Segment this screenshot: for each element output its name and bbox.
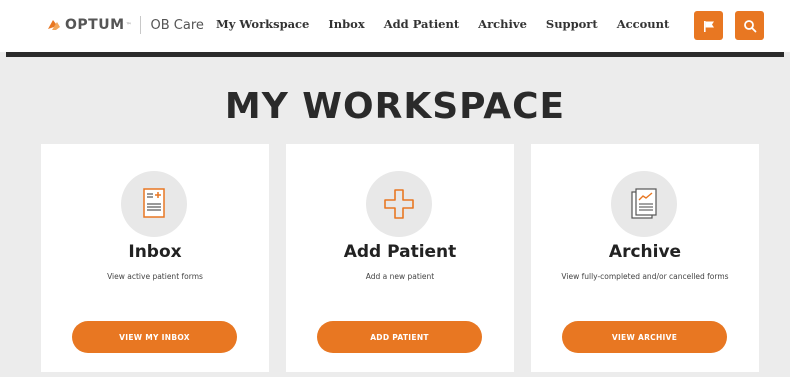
product-name: OB Care	[150, 17, 204, 33]
inbox-icon-circle	[121, 171, 187, 237]
add-patient-icon-circle	[366, 171, 432, 237]
optum-logo[interactable]: OPTUM ™ OB Care	[46, 14, 204, 36]
nav-account[interactable]: Account	[617, 17, 670, 31]
inbox-card-description: View active patient forms	[107, 272, 203, 281]
inbox-form-icon	[143, 188, 165, 218]
nav-inbox[interactable]: Inbox	[328, 17, 364, 31]
logo-divider	[139, 16, 141, 34]
view-archive-button[interactable]: VIEW ARCHIVE	[562, 321, 727, 353]
inbox-card: Inbox View active patient forms VIEW MY …	[41, 144, 269, 372]
search-icon	[743, 19, 756, 32]
archive-chart-icon	[631, 188, 657, 219]
archive-card: Archive View fully-completed and/or canc…	[531, 144, 759, 372]
archive-icon-circle	[611, 171, 677, 237]
optum-logo-icon	[48, 20, 60, 30]
header-divider-bar	[6, 52, 784, 57]
add-patient-card-title: Add Patient	[343, 242, 457, 262]
main-nav: My Workspace Inbox Add Patient Archive S…	[216, 17, 688, 31]
logo-trademark: ™	[125, 21, 132, 29]
flag-icon	[703, 20, 714, 32]
inbox-card-title: Inbox	[128, 242, 182, 262]
add-patient-card-description: Add a new patient	[365, 272, 435, 281]
page-title: MY WORKSPACE	[224, 86, 566, 127]
archive-card-description: View fully-completed and/or cancelled fo…	[561, 272, 729, 281]
flag-button[interactable]	[694, 11, 723, 40]
nav-archive[interactable]: Archive	[478, 17, 527, 31]
add-patient-card: Add Patient Add a new patient ADD PATIEN…	[286, 144, 514, 372]
search-button[interactable]	[735, 11, 764, 40]
add-patient-plus-icon	[384, 189, 414, 219]
nav-my-workspace[interactable]: My Workspace	[216, 17, 309, 31]
logo-wordmark: OPTUM	[65, 17, 125, 33]
view-my-inbox-button[interactable]: VIEW MY INBOX	[72, 321, 237, 353]
archive-card-title: Archive	[608, 242, 682, 262]
nav-add-patient[interactable]: Add Patient	[384, 17, 459, 31]
top-header: OPTUM ™ OB Care My Workspace Inbox Add Pa…	[0, 0, 790, 52]
nav-support[interactable]: Support	[546, 17, 598, 31]
add-patient-button[interactable]: ADD PATIENT	[317, 321, 482, 353]
